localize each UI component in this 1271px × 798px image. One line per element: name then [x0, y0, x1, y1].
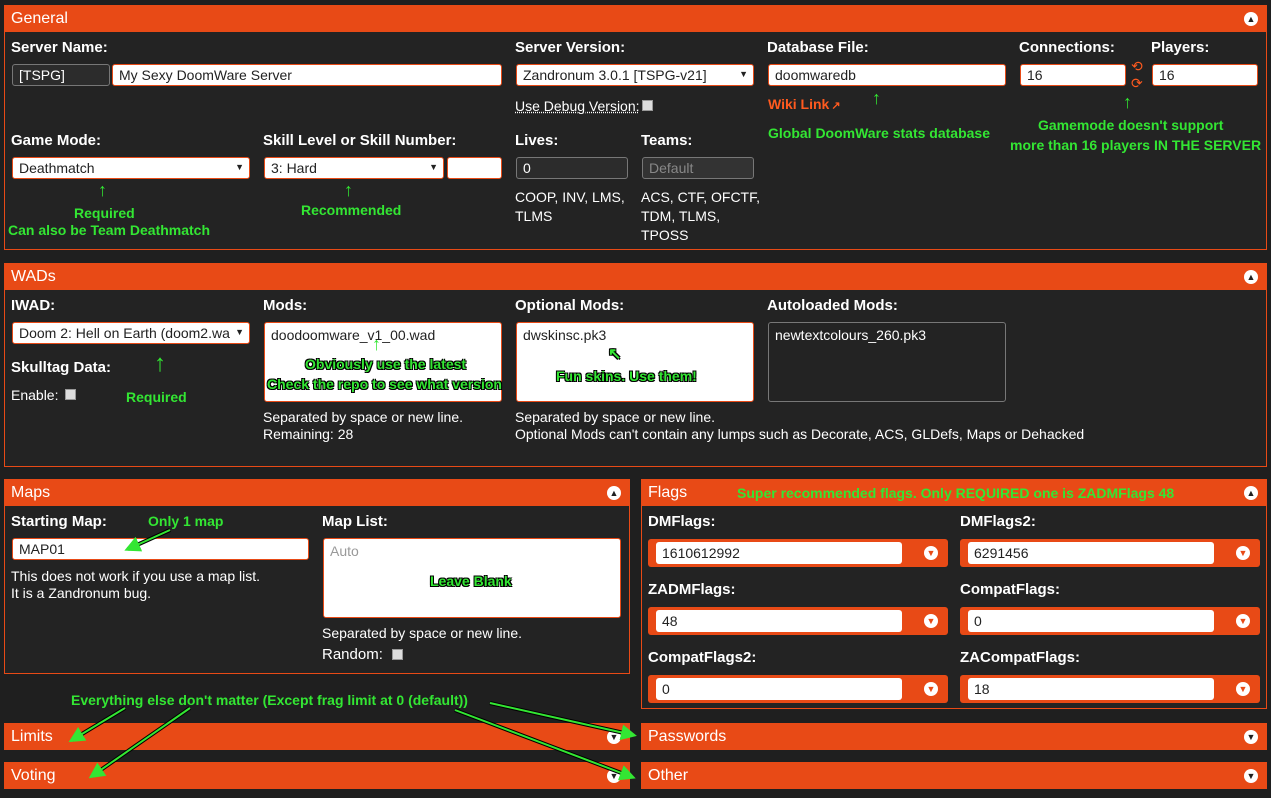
- annotation-arrow: [454, 709, 636, 781]
- annotation-arrow: [68, 707, 126, 743]
- annotation-arrow: [124, 529, 171, 552]
- annotation-arrows: [68, 528, 637, 781]
